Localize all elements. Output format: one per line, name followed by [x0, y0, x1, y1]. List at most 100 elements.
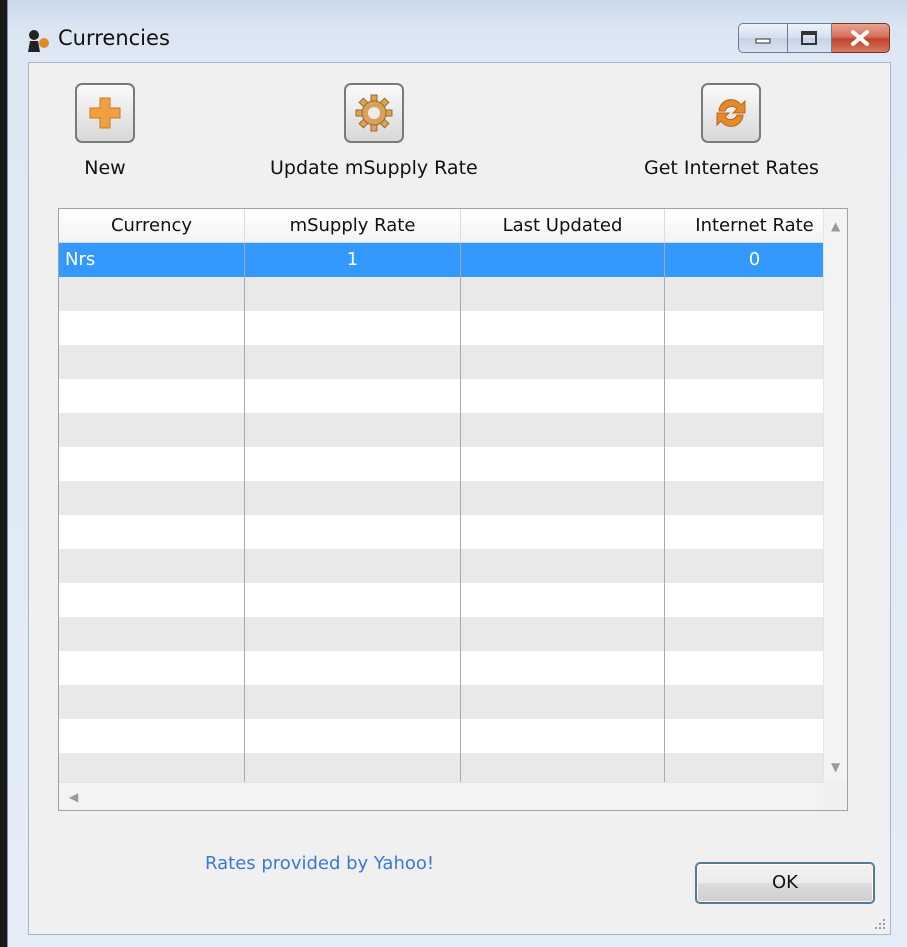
table-row[interactable] [59, 379, 845, 413]
cell [461, 719, 665, 753]
internet-icon-box [701, 83, 762, 143]
cell [59, 413, 245, 447]
window-title: Currencies [58, 26, 170, 50]
table-viewport: Currency mSupply Rate Last Updated Inter… [59, 209, 845, 782]
cell [461, 413, 665, 447]
cell [461, 651, 665, 685]
cell [665, 515, 845, 549]
cell [461, 583, 665, 617]
cell [461, 753, 665, 782]
cell [59, 651, 245, 685]
table-row[interactable] [59, 651, 845, 685]
table-row[interactable] [59, 753, 845, 782]
title-bar[interactable]: Currencies [8, 0, 907, 68]
cell [461, 617, 665, 651]
cell [665, 549, 845, 583]
close-icon [851, 30, 869, 46]
cell [245, 447, 461, 481]
column-header-currency[interactable]: Currency [59, 209, 245, 242]
cell [461, 685, 665, 719]
scroll-down-arrow-icon[interactable]: ▼ [831, 760, 840, 774]
cell [665, 685, 845, 719]
cell [59, 515, 245, 549]
cell [665, 311, 845, 345]
cell [665, 413, 845, 447]
table-row[interactable] [59, 685, 845, 719]
minimize-icon [755, 38, 771, 44]
cell [245, 753, 461, 782]
cell-msupply-rate: 1 [245, 243, 461, 277]
column-header-internet-rate[interactable]: Internet Rate [665, 209, 845, 242]
new-button[interactable]: New [75, 83, 135, 179]
table-row[interactable] [59, 277, 845, 311]
scroll-left-arrow-icon[interactable]: ◀ [69, 790, 78, 804]
cell [461, 379, 665, 413]
table-row[interactable] [59, 447, 845, 481]
new-icon-box [75, 83, 135, 143]
horizontal-scrollbar[interactable]: ◀ ▶ [59, 782, 845, 810]
update-msupply-rate-button[interactable]: Update mSupply Rate [270, 83, 478, 179]
table-body: Nrs 1 0 [59, 243, 845, 782]
cell [245, 277, 461, 311]
column-header-last-updated[interactable]: Last Updated [461, 209, 665, 242]
table-row[interactable] [59, 617, 845, 651]
cell [665, 379, 845, 413]
cell [59, 345, 245, 379]
cell [245, 311, 461, 345]
cell [245, 651, 461, 685]
vertical-scrollbar[interactable]: ▲ ▼ [823, 209, 847, 782]
cell [59, 719, 245, 753]
cell [59, 481, 245, 515]
cell-internet-rate: 0 [665, 243, 845, 277]
cell [245, 549, 461, 583]
table-row[interactable] [59, 515, 845, 549]
cell [245, 583, 461, 617]
cell [59, 277, 245, 311]
resize-grip-icon[interactable] [872, 916, 886, 930]
table-row[interactable] [59, 719, 845, 753]
table-row[interactable]: Nrs 1 0 [59, 243, 845, 277]
currency-table: Currency mSupply Rate Last Updated Inter… [58, 208, 848, 811]
cell [245, 685, 461, 719]
cell [245, 617, 461, 651]
internet-label: Get Internet Rates [644, 157, 819, 179]
cell [461, 311, 665, 345]
cell [665, 753, 845, 782]
cell [461, 345, 665, 379]
get-internet-rates-button[interactable]: Get Internet Rates [644, 83, 819, 179]
table-row[interactable] [59, 481, 845, 515]
cell [665, 481, 845, 515]
cell [245, 413, 461, 447]
cell [59, 549, 245, 583]
cell [59, 447, 245, 481]
cell [245, 345, 461, 379]
update-icon-box [343, 83, 404, 143]
cell [665, 447, 845, 481]
cell [461, 447, 665, 481]
column-header-msupply-rate[interactable]: mSupply Rate [245, 209, 461, 242]
table-row[interactable] [59, 413, 845, 447]
table-row[interactable] [59, 583, 845, 617]
maximize-icon [801, 31, 817, 45]
cell [665, 277, 845, 311]
caption-buttons [738, 23, 890, 54]
close-button[interactable] [832, 23, 890, 53]
cell [245, 481, 461, 515]
cell [461, 277, 665, 311]
cell [59, 685, 245, 719]
app-icon [28, 30, 49, 52]
minimize-button[interactable] [738, 23, 788, 53]
scroll-up-arrow-icon[interactable]: ▲ [831, 219, 840, 233]
cell [59, 617, 245, 651]
table-row[interactable] [59, 549, 845, 583]
table-row[interactable] [59, 345, 845, 379]
ok-button[interactable]: OK [696, 863, 874, 903]
cell [245, 719, 461, 753]
table-row[interactable] [59, 311, 845, 345]
yahoo-rates-link[interactable]: Rates provided by Yahoo! [205, 853, 434, 874]
gear-icon [355, 94, 393, 132]
cell [665, 583, 845, 617]
cell [461, 515, 665, 549]
cell [59, 753, 245, 782]
maximize-button[interactable] [788, 23, 832, 53]
